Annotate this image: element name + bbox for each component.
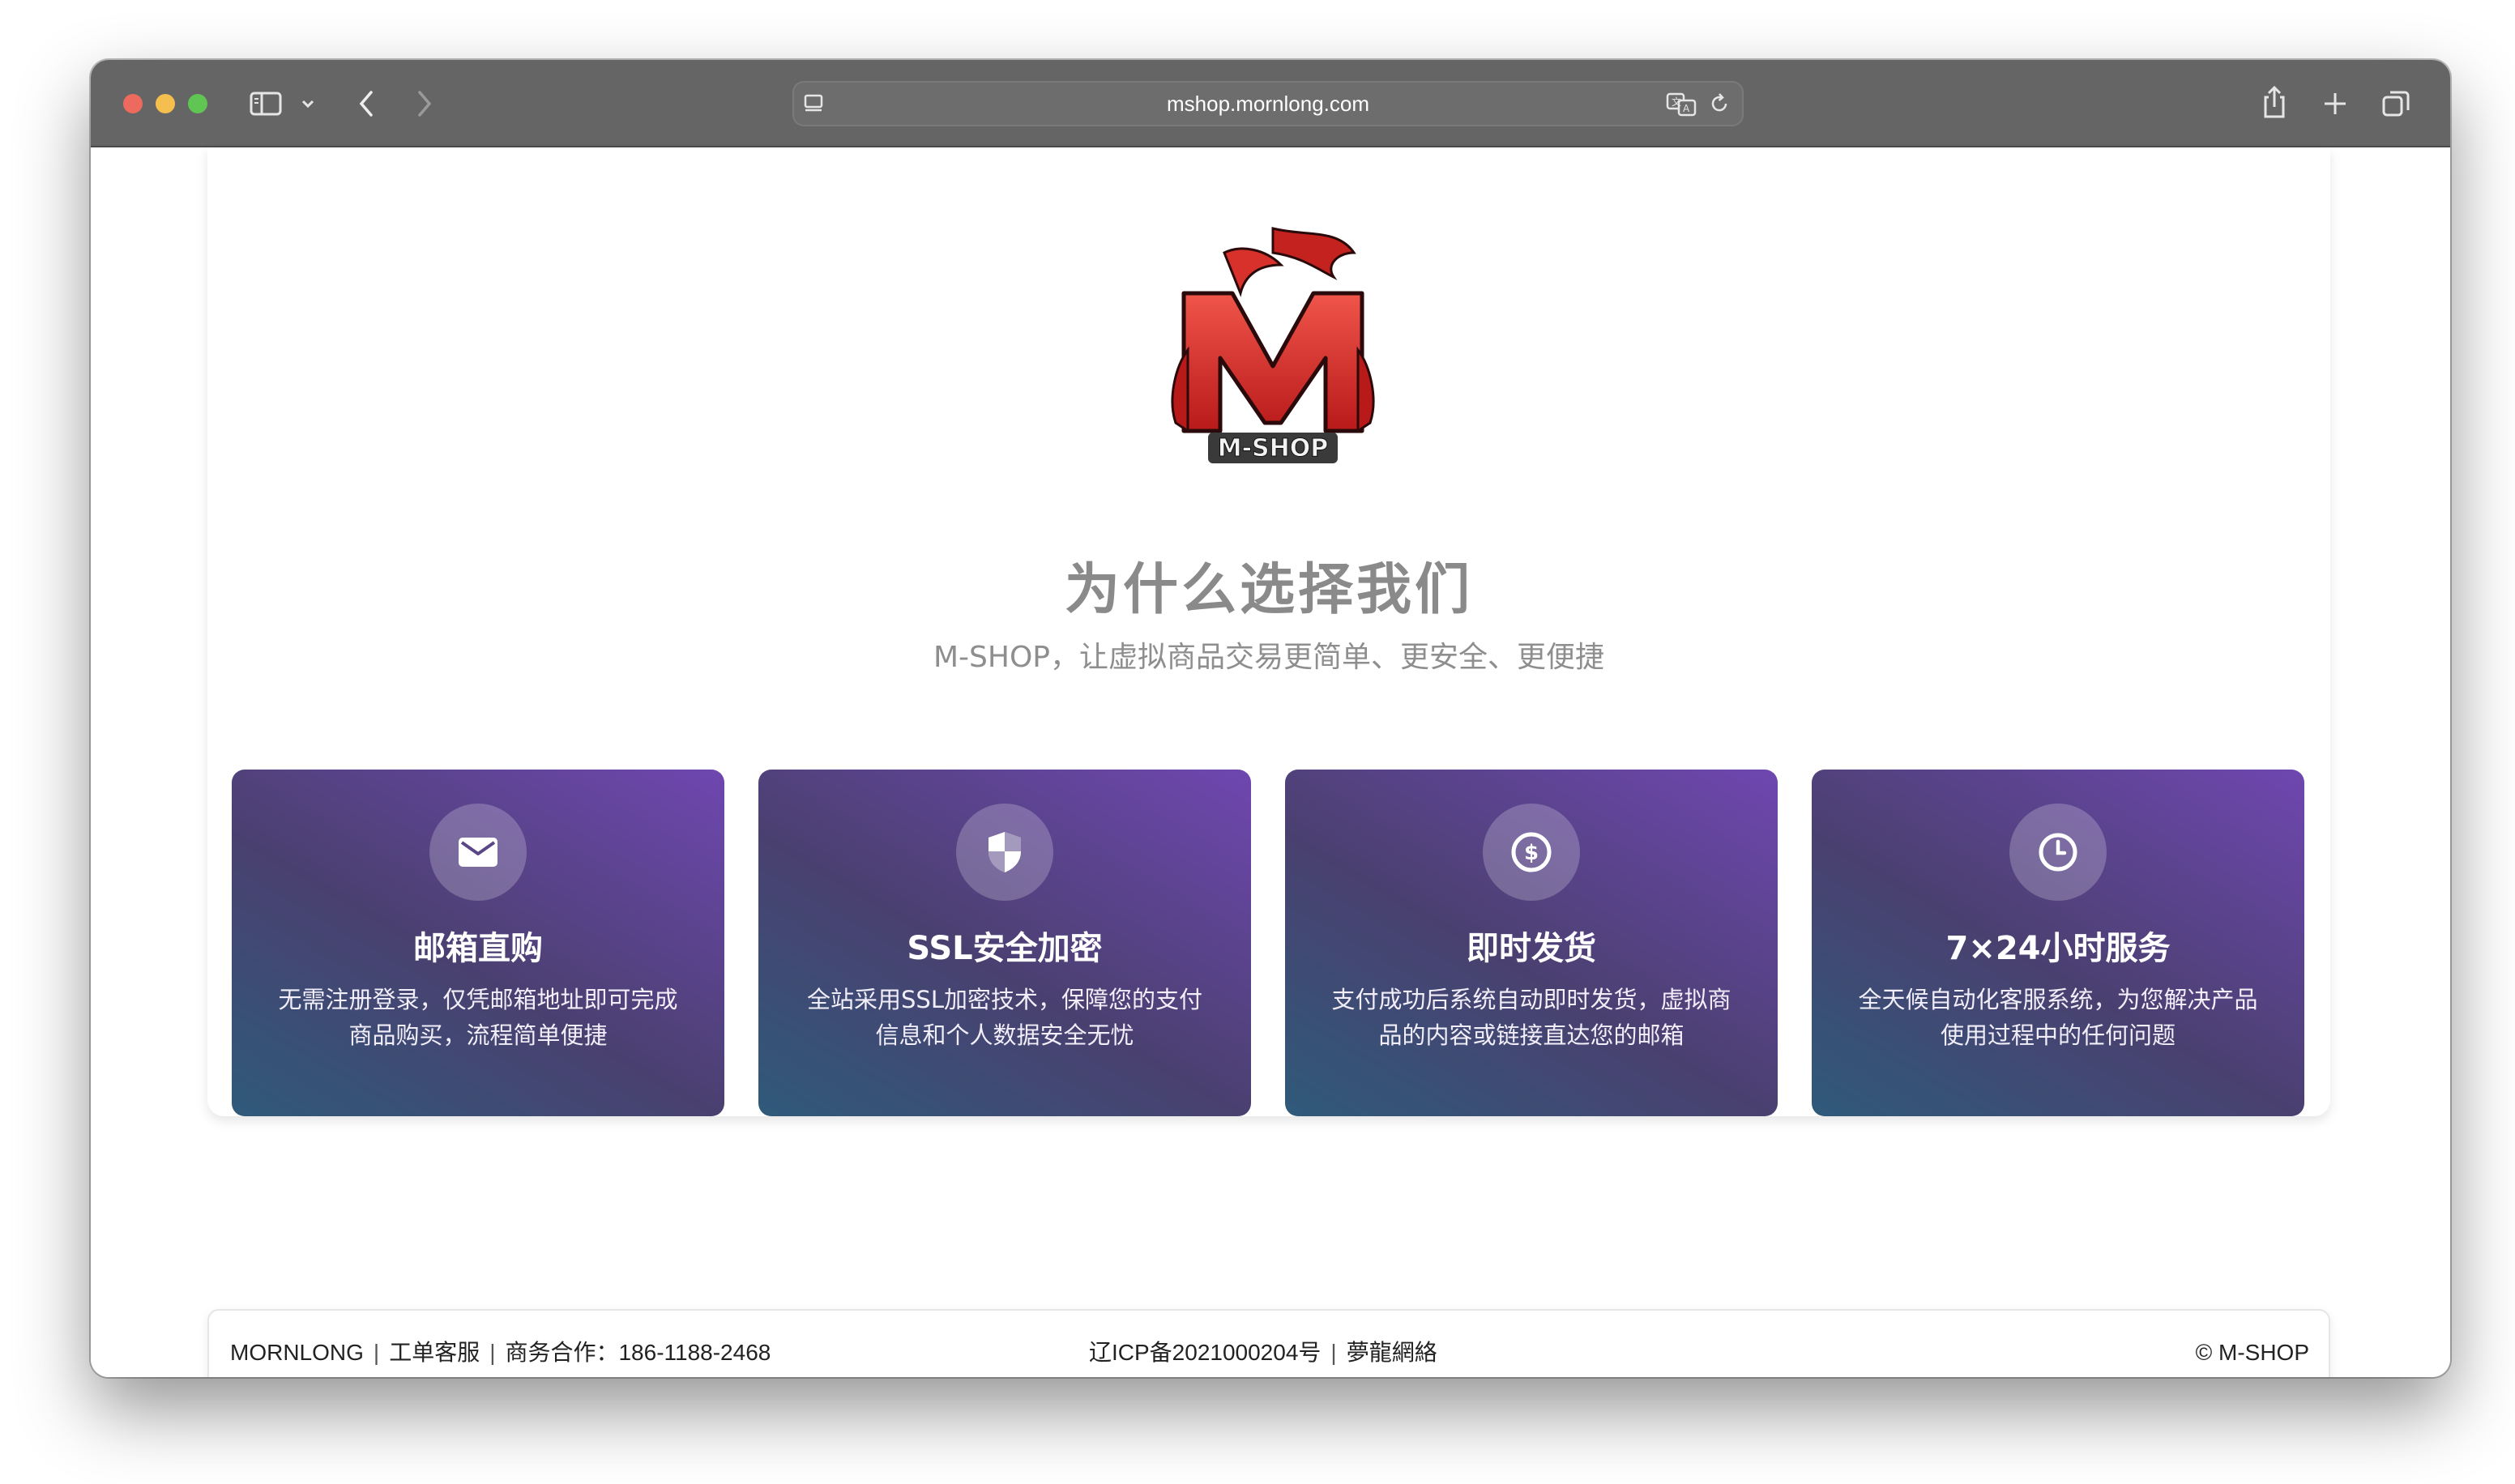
feature-description: 支付成功后系统自动即时发货，虚拟商 品的内容或链接直达您的邮箱 bbox=[1331, 986, 1731, 1049]
feature-description: 全站采用SSL加密技术，保障您的支付 信息和个人数据安全无忧 bbox=[807, 986, 1202, 1049]
feature-description: 无需注册登录，仅凭邮箱地址即可完成 商品购买，流程简单便捷 bbox=[278, 986, 678, 1049]
svg-text:文: 文 bbox=[1672, 96, 1681, 108]
shield-icon bbox=[956, 804, 1053, 901]
zoom-window-button[interactable] bbox=[188, 94, 207, 113]
svg-text:A: A bbox=[1683, 103, 1690, 114]
site-footer: MORNLONG | 工单客服 | 商务合作：186-1188-2468 辽ICP备20… bbox=[207, 1309, 2330, 1377]
feature-card-email[interactable]: 邮箱直购 无需注册登录，仅凭邮箱地址即可完成 商品购买，流程简单便捷 bbox=[232, 770, 724, 1116]
svg-text:$: $ bbox=[1524, 841, 1539, 865]
feature-card-ssl[interactable]: SSL安全加密 全站采用SSL加密技术，保障您的支付 信息和个人数据安全无忧 bbox=[758, 770, 1251, 1116]
browser-toolbar: mshop.mornlong.com 文A bbox=[91, 60, 2450, 147]
chevron-down-icon[interactable] bbox=[300, 96, 316, 112]
mail-icon bbox=[429, 804, 527, 901]
footer-icp: 辽ICP备2021000204号 | 夢龍網絡 bbox=[1089, 1311, 1437, 1377]
logo-text: M-SHOP bbox=[1218, 434, 1329, 463]
company-link[interactable]: 夢龍網絡 bbox=[1347, 1340, 1437, 1365]
footer-links: MORNLONG | 工单客服 | 商务合作：186-1188-2468 bbox=[230, 1311, 771, 1377]
footer-separator: | bbox=[489, 1340, 496, 1365]
feature-title: 7×24小时服务 bbox=[1945, 930, 2171, 967]
icp-link[interactable]: 辽ICP备2021000204号 bbox=[1089, 1340, 1321, 1365]
back-arrow-icon[interactable] bbox=[355, 89, 379, 118]
feature-description: 全天候自动化客服系统，为您解决产品 使用过程中的任何问题 bbox=[1858, 986, 2258, 1049]
forward-arrow-icon[interactable] bbox=[412, 89, 436, 118]
footer-separator: | bbox=[1330, 1340, 1337, 1365]
footer-brand-link[interactable]: MORNLONG bbox=[230, 1340, 364, 1365]
copyright-text: © M-SHOP bbox=[2195, 1340, 2309, 1365]
minimize-window-button[interactable] bbox=[156, 94, 175, 113]
close-window-button[interactable] bbox=[123, 94, 143, 113]
feature-title: SSL安全加密 bbox=[907, 930, 1103, 967]
tab-overview-icon[interactable] bbox=[2380, 89, 2411, 118]
share-icon[interactable] bbox=[2261, 84, 2288, 120]
feature-card-instant-delivery[interactable]: $ 即时发货 支付成功后系统自动即时发货，虚拟商 品的内容或链接直达您的邮箱 bbox=[1285, 770, 1778, 1116]
reload-icon[interactable] bbox=[1708, 92, 1731, 115]
new-tab-icon[interactable] bbox=[2322, 91, 2348, 117]
page-content: M-SHOP 为什么选择我们 M-SHOP，让虚拟商品交易更简单、更安全、更便捷… bbox=[91, 147, 2450, 1377]
footer-separator: | bbox=[373, 1340, 380, 1365]
sidebar-toggle-icon[interactable] bbox=[250, 91, 282, 117]
section-title: 为什么选择我们 bbox=[1064, 558, 1473, 622]
feature-card-24h-service[interactable]: 7×24小时服务 全天候自动化客服系统，为您解决产品 使用过程中的任何问题 bbox=[1812, 770, 2304, 1116]
url-text[interactable]: mshop.mornlong.com bbox=[792, 81, 1744, 126]
ticket-support-link[interactable]: 工单客服 bbox=[389, 1340, 480, 1365]
address-bar[interactable]: mshop.mornlong.com 文A bbox=[792, 81, 1744, 126]
hero-panel: M-SHOP 为什么选择我们 M-SHOP，让虚拟商品交易更简单、更安全、更便捷… bbox=[207, 147, 2330, 1116]
mshop-logo[interactable]: M-SHOP bbox=[1151, 220, 1394, 480]
business-contact-text: 商务合作：186-1188-2468 bbox=[505, 1340, 771, 1365]
dollar-icon: $ bbox=[1483, 804, 1580, 901]
browser-window: mshop.mornlong.com 文A M-SHOP 为什么选择我们 M-S… bbox=[91, 60, 2450, 1377]
feature-title: 邮箱直购 bbox=[413, 930, 543, 967]
translate-icon[interactable]: 文A bbox=[1666, 91, 1698, 117]
section-subtitle: M-SHOP，让虚拟商品交易更简单、更安全、更便捷 bbox=[933, 641, 1605, 674]
feature-title: 即时发货 bbox=[1467, 930, 1596, 967]
clock-icon bbox=[2009, 804, 2107, 901]
